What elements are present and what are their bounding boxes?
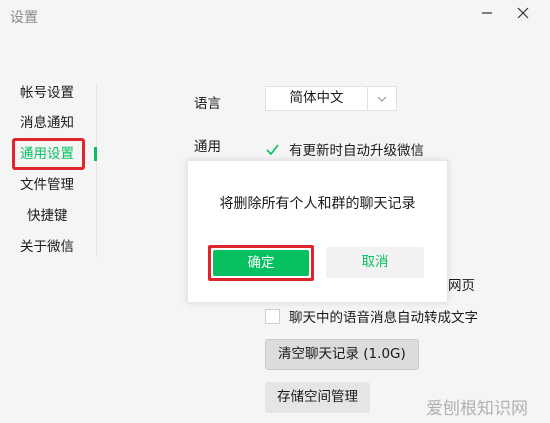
sidebar-item-shortcuts[interactable]: 快捷键 bbox=[0, 203, 96, 229]
confirm-dialog: 将删除所有个人和群的聊天记录 确定 取消 bbox=[187, 160, 448, 303]
general-label: 通用 bbox=[194, 139, 221, 155]
minimize-button[interactable] bbox=[478, 4, 496, 22]
voice-to-text-row[interactable]: 聊天中的语音消息自动转成文字 bbox=[265, 306, 478, 326]
sidebar-item-files[interactable]: 文件管理 bbox=[0, 172, 96, 198]
auto-upgrade-row[interactable]: 有更新时自动升级微信 bbox=[265, 139, 424, 159]
checkmark-icon bbox=[266, 144, 279, 155]
sidebar-divider bbox=[96, 85, 97, 257]
active-indicator bbox=[94, 147, 97, 161]
partial-hidden-text: 网页 bbox=[448, 278, 475, 294]
dialog-message: 将删除所有个人和群的聊天记录 bbox=[219, 196, 416, 212]
sidebar-item-account[interactable]: 帐号设置 bbox=[0, 80, 96, 106]
close-button[interactable] bbox=[514, 4, 532, 22]
clear-history-button[interactable]: 清空聊天记录 (1.0G) bbox=[265, 339, 419, 370]
highlight-box-general bbox=[12, 138, 85, 170]
auto-upgrade-label: 有更新时自动升级微信 bbox=[289, 143, 424, 159]
chevron-down-icon bbox=[367, 87, 396, 110]
minimize-icon bbox=[482, 12, 492, 14]
storage-management-button[interactable]: 存储空间管理 bbox=[265, 382, 370, 413]
sidebar-item-notifications[interactable]: 消息通知 bbox=[0, 110, 96, 136]
sidebar-item-about[interactable]: 关于微信 bbox=[0, 234, 96, 260]
watermark: 爱刨根知识网 bbox=[426, 399, 528, 419]
window-title: 设置 bbox=[10, 10, 38, 26]
close-icon bbox=[517, 7, 529, 19]
cancel-button[interactable]: 取消 bbox=[326, 247, 424, 278]
window-controls bbox=[478, 4, 532, 22]
voice-to-text-label: 聊天中的语音消息自动转成文字 bbox=[289, 310, 478, 326]
language-select[interactable]: 简体中文 bbox=[265, 86, 397, 111]
language-value: 简体中文 bbox=[289, 90, 344, 106]
confirm-button[interactable]: 确定 bbox=[213, 250, 309, 276]
language-label: 语言 bbox=[194, 96, 221, 112]
auto-upgrade-checkbox[interactable] bbox=[265, 142, 280, 157]
voice-to-text-checkbox[interactable] bbox=[265, 308, 280, 324]
